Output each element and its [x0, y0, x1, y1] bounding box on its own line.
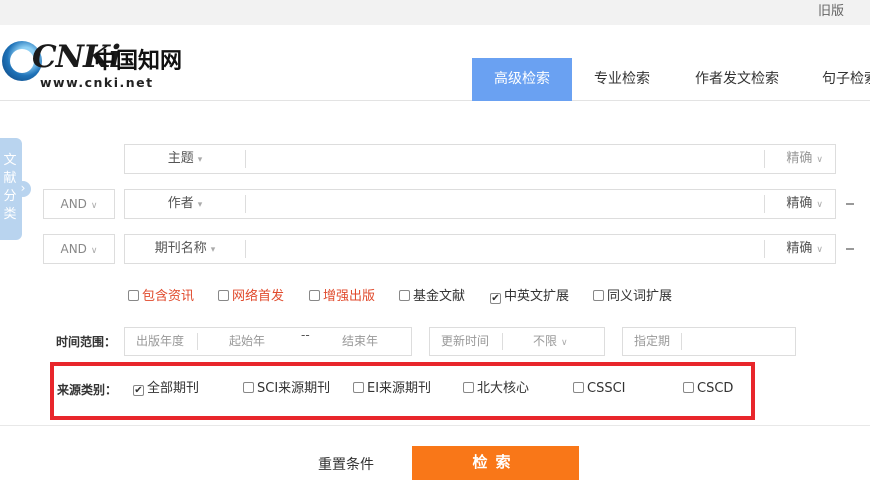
search-row-author: 作者 ▾ 精确 ∨	[124, 189, 836, 219]
exact-match-select[interactable]: 精确 ∨	[786, 145, 823, 173]
checkbox-icon[interactable]	[573, 382, 584, 393]
source-cscd[interactable]: CSCD	[683, 380, 733, 398]
divider	[502, 333, 503, 350]
end-year-input[interactable]: 结束年	[342, 328, 378, 355]
chevron-down-icon: ∨	[816, 200, 823, 210]
checkbox-checked-icon[interactable]: ✔	[490, 293, 501, 304]
cnki-logo[interactable]: CNKi 中国知网 www.cnki.net	[2, 39, 182, 95]
remove-row-icon[interactable]	[846, 248, 854, 250]
source-category-label: 来源类别：	[57, 383, 118, 397]
option-cn-en-expand[interactable]: ✔ 中英文扩展	[490, 288, 569, 306]
checkbox-icon[interactable]	[218, 290, 229, 301]
chevron-down-icon: ∨	[816, 245, 823, 255]
option-enhanced-publish[interactable]: 增强出版	[309, 288, 375, 306]
option-synonym-expand[interactable]: 同义词扩展	[593, 288, 672, 306]
chevron-down-icon: ∨	[561, 338, 568, 348]
time-range-label: 时间范围：	[56, 335, 117, 349]
exact-match-select[interactable]: 精确 ∨	[786, 190, 823, 218]
divider	[0, 425, 870, 426]
logic-select-row3[interactable]: AND ∨	[43, 234, 115, 264]
logo-url: www.cnki.net	[40, 75, 154, 90]
search-button[interactable]: 检索	[412, 446, 579, 480]
logo-chinese-name: 中国知网	[94, 48, 183, 74]
checkbox-icon[interactable]	[399, 290, 410, 301]
option-include-news[interactable]: 包含资讯	[128, 288, 194, 306]
update-time-label: 更新时间	[441, 334, 490, 348]
option-fund-literature[interactable]: 基金文献	[399, 288, 465, 306]
source-ei[interactable]: EI来源期刊	[353, 380, 431, 398]
divider	[197, 333, 198, 350]
old-version-link[interactable]: 旧版	[818, 0, 844, 19]
range-dash: --	[301, 328, 310, 342]
logic-select-row2[interactable]: AND ∨	[43, 189, 115, 219]
reset-button[interactable]: 重置条件	[318, 454, 374, 474]
top-bar	[0, 0, 870, 25]
exact-match-select[interactable]: 精确 ∨	[786, 235, 823, 263]
checkbox-icon[interactable]	[309, 290, 320, 301]
chevron-down-icon: ∨	[90, 201, 98, 211]
chevron-down-icon: ∨	[816, 155, 823, 165]
divider	[245, 195, 246, 213]
remove-row-icon[interactable]	[846, 203, 854, 205]
source-sci[interactable]: SCI来源期刊	[243, 380, 330, 398]
chevron-down-icon: ∨	[90, 246, 98, 256]
chevron-down-icon: ▾	[197, 155, 203, 165]
checkbox-icon[interactable]	[593, 290, 604, 301]
field-select-author[interactable]: 作者 ▾	[125, 190, 245, 218]
tab-professional-search[interactable]: 专业检索	[580, 58, 664, 101]
update-time-box: 更新时间 不限 ∨	[429, 327, 605, 356]
divider	[681, 333, 682, 350]
search-row-journal: 期刊名称 ▾ 精确 ∨	[124, 234, 836, 264]
checkbox-icon[interactable]	[243, 382, 254, 393]
specify-period-label: 指定期	[634, 334, 671, 348]
divider	[245, 240, 246, 258]
chevron-down-icon: ▾	[197, 200, 203, 210]
tab-advanced-search[interactable]: 高级检索	[472, 58, 572, 101]
checkbox-icon[interactable]	[128, 290, 139, 301]
time-range-box: 出版年度 起始年 -- 结束年	[124, 327, 412, 356]
field-select-journal[interactable]: 期刊名称 ▾	[125, 235, 245, 263]
source-pku-core[interactable]: 北大核心	[463, 380, 529, 398]
divider	[245, 150, 246, 168]
checkbox-checked-icon[interactable]: ✔	[133, 385, 144, 396]
divider	[764, 240, 765, 258]
start-year-input[interactable]: 起始年	[229, 328, 265, 355]
tab-author-search[interactable]: 作者发文检索	[683, 58, 791, 101]
search-row-subject: 主题 ▾ 精确 ∨	[124, 144, 836, 174]
tab-sentence-search[interactable]: 句子检索	[810, 58, 870, 101]
specify-period-box: 指定期	[622, 327, 796, 356]
divider	[764, 150, 765, 168]
chevron-down-icon: ▾	[210, 245, 216, 255]
checkbox-icon[interactable]	[353, 382, 364, 393]
chevron-right-icon[interactable]: ›	[15, 181, 31, 197]
pub-year-label: 出版年度	[136, 334, 185, 348]
source-all-journals[interactable]: ✔ 全部期刊	[133, 380, 199, 398]
checkbox-icon[interactable]	[463, 382, 474, 393]
source-cssci[interactable]: CSSCI	[573, 380, 626, 398]
field-select-subject[interactable]: 主题 ▾	[125, 145, 245, 173]
checkbox-icon[interactable]	[683, 382, 694, 393]
update-time-select[interactable]: 不限 ∨	[533, 328, 568, 355]
divider	[764, 195, 765, 213]
option-online-first[interactable]: 网络首发	[218, 288, 284, 306]
